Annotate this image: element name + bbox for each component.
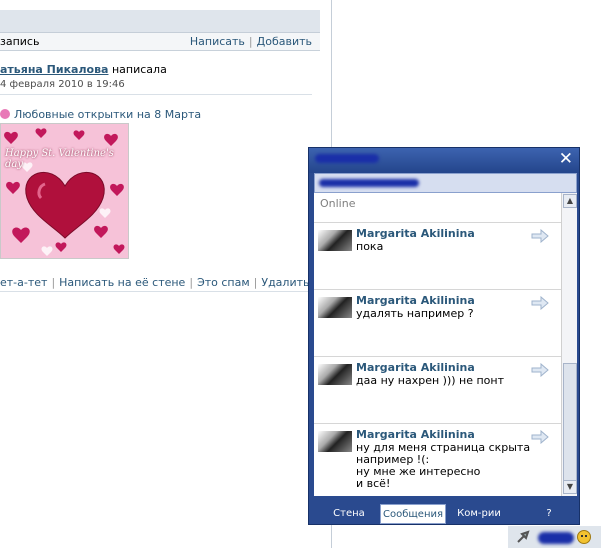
heart-card-graphic xyxy=(1,124,128,258)
tete-a-tete-link[interactable]: ет-а-тет xyxy=(0,276,47,289)
gift-line: Любовные открытки на 8 Марта xyxy=(0,108,201,121)
message-item: Margarita Akilinina даа ну нахрен ))) не… xyxy=(314,356,561,421)
chat-tabs: Стена Сообщения Ком-рии ? xyxy=(314,504,577,524)
arrow-right-icon[interactable] xyxy=(531,296,549,310)
tab-messages[interactable]: Сообщения xyxy=(380,504,446,524)
post-bottom-divider xyxy=(0,291,331,292)
tab-wall[interactable]: Стена xyxy=(318,504,380,524)
message-text: ну для меня страница скрыта например !(:… xyxy=(356,441,531,490)
message-text: даа ну нахрен ))) не понт xyxy=(356,374,505,387)
redacted-title xyxy=(315,154,379,163)
online-status: Online xyxy=(320,197,356,210)
avatar[interactable] xyxy=(318,297,352,318)
wall-panel: запись Написать | Добавить атьяна Пикалова… xyxy=(0,0,331,548)
message-text: пока xyxy=(356,240,384,253)
message-author[interactable]: Margarita Akilinina xyxy=(356,294,475,307)
post-divider xyxy=(0,94,312,95)
arrow-right-icon[interactable] xyxy=(531,430,549,444)
wall-topbar xyxy=(0,10,320,33)
redacted-tray xyxy=(538,532,574,544)
message-text: удалять например ? xyxy=(356,307,474,320)
heart-card-image[interactable]: Happy St. Valentine's day xyxy=(0,123,129,259)
close-icon[interactable]: ✕ xyxy=(559,151,573,168)
chat-message-list: Online Margarita Akilinina пока Margarit… xyxy=(314,193,577,496)
post-actions: ет-а-тет | Написать на её стене | Это спам | У… xyxy=(0,276,310,289)
tab-comments[interactable]: Ком-рии xyxy=(448,504,510,524)
post-action-verb: написала xyxy=(111,63,167,76)
scroll-up-button[interactable]: ▲ xyxy=(563,194,577,208)
tab-help[interactable]: ? xyxy=(524,504,574,524)
post-author-name[interactable]: атьяна Пикалова xyxy=(0,63,108,76)
chat-scrollbar[interactable]: ▲ ▼ xyxy=(561,193,577,496)
tray-icon[interactable] xyxy=(516,530,532,544)
wall-header-label: запись xyxy=(0,35,40,48)
flower-icon xyxy=(0,109,10,119)
avatar[interactable] xyxy=(318,364,352,385)
avatar[interactable] xyxy=(318,431,352,452)
message-author[interactable]: Margarita Akilinina xyxy=(356,361,475,374)
scroll-down-button[interactable]: ▼ xyxy=(563,480,577,494)
delete-link[interactable]: Удалить xyxy=(261,276,309,289)
chat-header: ✕ xyxy=(309,148,579,173)
chat-window: ✕ Online Margarita Akilinina пока Margar… xyxy=(308,147,580,525)
post-date: 4 февраля 2010 в 19:46 xyxy=(0,79,125,90)
message-author[interactable]: Margarita Akilinina xyxy=(356,227,475,240)
spam-link[interactable]: Это спам xyxy=(197,276,250,289)
smiley-icon[interactable] xyxy=(577,530,591,544)
card-title: Happy St. Valentine's day xyxy=(5,148,114,170)
chat-subheader xyxy=(314,173,577,193)
write-on-wall-link[interactable]: Написать на её стене xyxy=(59,276,185,289)
taskbar-tray xyxy=(508,526,601,548)
write-link[interactable]: Написать xyxy=(190,35,245,48)
message-item: Margarita Akilinina удалять например ? xyxy=(314,289,561,354)
add-link[interactable]: Добавить xyxy=(257,35,312,48)
message-author[interactable]: Margarita Akilinina xyxy=(356,428,475,441)
scroll-thumb[interactable] xyxy=(563,363,577,482)
post-author-line: атьяна Пикалова написала xyxy=(0,63,167,76)
avatar[interactable] xyxy=(318,230,352,251)
gift-text[interactable]: Любовные открытки на 8 Марта xyxy=(14,108,201,121)
redacted-name xyxy=(319,179,419,187)
wall-header: запись Написать | Добавить xyxy=(0,33,320,51)
message-item: Margarita Akilinina пока xyxy=(314,222,561,287)
arrow-right-icon[interactable] xyxy=(531,363,549,377)
message-item: Margarita Akilinina ну для меня страница… xyxy=(314,423,561,494)
arrow-right-icon[interactable] xyxy=(531,229,549,243)
